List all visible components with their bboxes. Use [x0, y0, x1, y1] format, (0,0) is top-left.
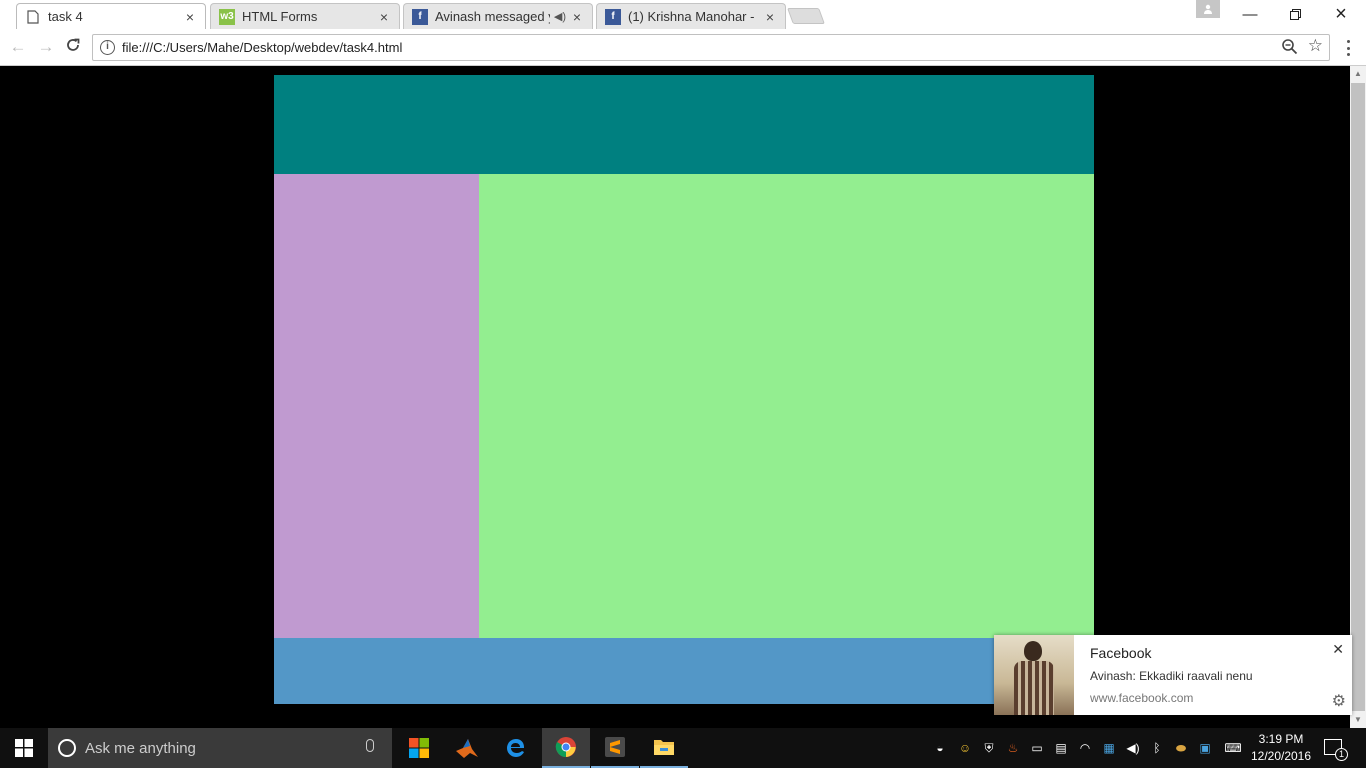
store-app-button[interactable]	[395, 728, 443, 768]
close-tab-icon[interactable]: ×	[183, 10, 197, 24]
tab-krishna-manohar[interactable]: f (1) Krishna Manohar - PC ×	[596, 3, 786, 29]
security-shield-icon[interactable]: ⛨	[981, 740, 997, 756]
matlab-icon	[456, 739, 478, 758]
notification-title: Facebook	[1090, 645, 1152, 661]
start-button[interactable]	[0, 728, 48, 768]
restore-icon	[1289, 9, 1301, 20]
forward-button[interactable]: →	[36, 37, 56, 57]
bookmark-star-icon[interactable]: ☆	[1308, 36, 1323, 56]
chrome-icon	[555, 737, 576, 758]
person-icon	[1204, 4, 1212, 14]
edge-icon	[507, 739, 524, 757]
network-drive-icon[interactable]: ◒	[932, 740, 948, 756]
search-placeholder: Ask me anything	[85, 740, 196, 757]
new-tab-button[interactable]	[787, 8, 825, 24]
back-button[interactable]: ←	[8, 37, 28, 57]
address-bar[interactable]: i file:///C:/Users/Mahe/Desktop/webdev/t…	[92, 34, 1330, 61]
scroll-down-arrow[interactable]: ▼	[1350, 712, 1366, 728]
tab-task-4[interactable]: task 4 ×	[16, 3, 206, 29]
tab-avinash-messaged[interactable]: f Avinash messaged yo ◀) ×	[403, 3, 593, 29]
notification-message: Avinash: Ekkadiki raavali nenu	[1090, 669, 1253, 683]
java-update-icon[interactable]: ♨	[1005, 740, 1021, 756]
page-header-block	[274, 75, 1094, 174]
sublime-text-icon	[605, 737, 625, 757]
close-tab-icon[interactable]: ×	[377, 10, 391, 24]
page-main-block	[479, 174, 1094, 638]
page-viewport	[0, 66, 1350, 728]
clock-time: 3:19 PM	[1258, 732, 1304, 746]
bluetooth-icon[interactable]: ᛒ	[1149, 740, 1165, 756]
page-footer-block	[274, 638, 1094, 704]
app-tray-icon[interactable]: ⬬	[1173, 740, 1189, 756]
system-clock[interactable]: 3:19 PM 12/20/2016	[1250, 731, 1312, 765]
facebook-notification[interactable]: Facebook Avinash: Ekkadiki raavali nenu …	[994, 635, 1352, 715]
restore-button[interactable]	[1272, 0, 1318, 29]
scroll-thumb[interactable]	[1351, 83, 1365, 711]
tab-title: task 4	[48, 9, 83, 24]
cortana-search-box[interactable]: Ask me anything	[48, 728, 392, 768]
defender-icon[interactable]: ▣	[1197, 740, 1213, 756]
scroll-up-arrow[interactable]: ▲	[1350, 66, 1366, 82]
document-icon	[25, 9, 41, 25]
site-info-icon[interactable]: i	[100, 40, 115, 55]
vertical-scrollbar[interactable]: ▲ ▼	[1350, 66, 1366, 728]
tab-title: Avinash messaged yo	[435, 9, 550, 24]
printer-icon[interactable]: ▤	[1053, 740, 1069, 756]
wifi-icon[interactable]: ◠	[1077, 740, 1093, 756]
notification-count-badge: 1	[1335, 748, 1348, 761]
notification-source: www.facebook.com	[1090, 691, 1194, 705]
clock-date: 12/20/2016	[1250, 749, 1312, 763]
action-center-button[interactable]: 1	[1324, 739, 1348, 761]
reload-icon	[67, 38, 80, 51]
keyboard-icon[interactable]: ⌨	[1221, 740, 1245, 756]
close-tab-icon[interactable]: ×	[570, 10, 584, 24]
zoom-icon[interactable]	[1281, 38, 1299, 56]
file-explorer-app-button[interactable]	[640, 728, 688, 768]
browser-toolbar: ← → i file:///C:/Users/Mahe/Desktop/webd…	[0, 29, 1366, 66]
volume-icon[interactable]: ◀)	[1125, 740, 1141, 756]
url-text[interactable]: file:///C:/Users/Mahe/Desktop/webdev/tas…	[122, 40, 402, 55]
store-icon	[409, 738, 429, 758]
chrome-app-button[interactable]	[542, 728, 590, 768]
battery-icon[interactable]: ▭	[1029, 740, 1045, 756]
facebook-icon: f	[412, 8, 428, 25]
chrome-menu-button[interactable]	[1340, 38, 1356, 58]
sublime-text-app-button[interactable]	[591, 728, 639, 768]
matlab-app-button[interactable]	[443, 728, 491, 768]
windows-taskbar: Ask me anything ◒ ☺ ⛨ ♨ ▭ ▤ ◠ ▦ ◀) ᛒ ⬬ ▣…	[0, 728, 1366, 768]
tab-html-forms[interactable]: w3 HTML Forms ×	[210, 3, 400, 29]
minimize-button[interactable]: —	[1227, 0, 1273, 29]
close-window-button[interactable]: ×	[1318, 0, 1364, 29]
notification-settings-icon[interactable]: ⚙	[1332, 691, 1346, 711]
w3schools-icon: w3	[219, 8, 235, 25]
people-icon[interactable]: ☺	[957, 740, 973, 756]
microphone-icon[interactable]	[366, 739, 374, 752]
sender-avatar	[994, 635, 1074, 715]
cortana-icon	[58, 739, 76, 757]
close-notification-icon[interactable]: ✕	[1332, 641, 1344, 658]
close-tab-icon[interactable]: ×	[763, 10, 777, 24]
reload-button[interactable]	[63, 37, 83, 57]
tab-title: (1) Krishna Manohar - PC	[628, 9, 759, 24]
profile-button[interactable]	[1196, 0, 1220, 18]
edge-app-button[interactable]	[492, 728, 540, 768]
windows-logo-icon	[15, 739, 33, 757]
network-adapter-icon[interactable]: ▦	[1101, 740, 1117, 756]
facebook-icon: f	[605, 8, 621, 25]
file-explorer-icon	[654, 740, 674, 755]
page-sidebar-block	[274, 174, 479, 638]
tab-title: HTML Forms	[242, 9, 318, 24]
tab-strip: f (1) Krishna Manohar - PC × f Avinash m…	[0, 0, 1366, 29]
audio-playing-icon[interactable]: ◀)	[554, 10, 566, 23]
